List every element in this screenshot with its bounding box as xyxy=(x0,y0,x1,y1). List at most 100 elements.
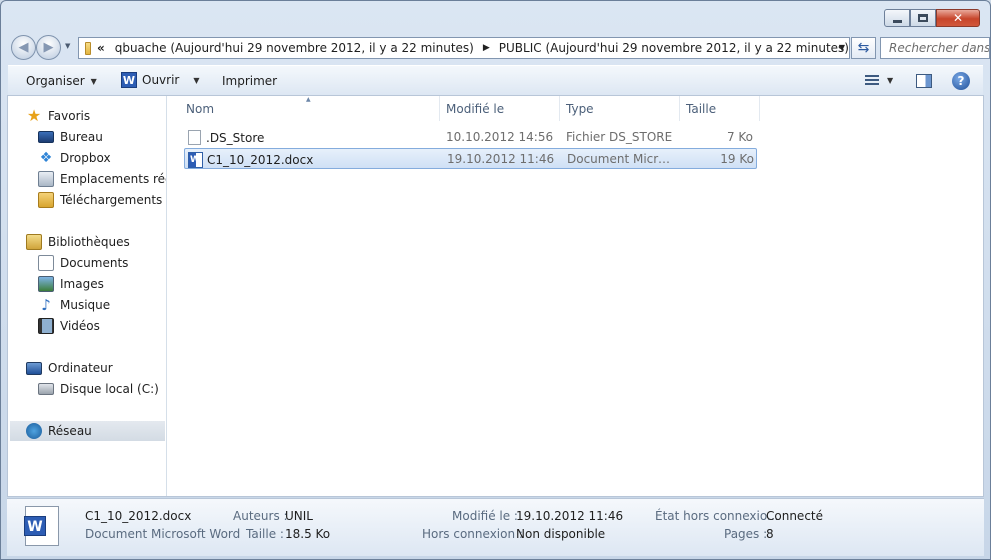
nav-item-label: Emplacements récents xyxy=(60,172,166,186)
column-header-modified[interactable]: Modifié le xyxy=(440,96,560,121)
file-row-c1-docx[interactable]: W C1_10_2012.docx 19.10.2012 11:46 Docum… xyxy=(184,148,757,169)
column-header-row: ▲ Nom Modifié le Type Taille xyxy=(168,96,983,121)
details-pages-label: Pages : xyxy=(724,527,768,541)
open-label: Ouvrir xyxy=(142,73,180,87)
details-authors-value[interactable]: UNIL xyxy=(285,509,313,523)
caption-buttons: ✕ xyxy=(884,9,980,27)
column-header-type[interactable]: Type xyxy=(560,96,680,121)
address-dropdown-icon[interactable]: ▼ xyxy=(839,43,845,52)
breadcrumb-chevron-icon[interactable]: ▶ xyxy=(483,43,490,53)
search-input[interactable]: Rechercher dans xyxy=(880,37,990,59)
recent-pages-dropdown[interactable]: ▼ xyxy=(65,42,70,50)
recent-places-icon xyxy=(38,171,54,187)
view-dropdown-icon[interactable]: ▼ xyxy=(887,76,893,85)
nav-item-label: Bureau xyxy=(60,130,103,144)
nav-libraries-label: Bibliothèques xyxy=(48,235,130,249)
breadcrumb-qbuache[interactable]: qbuache (Aujourd'hui 29 novembre 2012, i… xyxy=(115,41,474,55)
nav-item-bureau[interactable]: Bureau xyxy=(38,127,103,147)
organize-label: Organiser xyxy=(26,74,85,88)
nav-item-label: Musique xyxy=(60,298,111,312)
organize-button[interactable]: Organiser ▼ xyxy=(26,74,97,88)
details-offline-state-value: Connecté xyxy=(766,509,823,523)
file-type: Document Microsoft Word xyxy=(567,152,673,166)
nav-item-label: Documents xyxy=(60,256,129,270)
open-button[interactable]: W Ouvrir ▼ xyxy=(121,72,200,88)
nav-item-label: Dropbox xyxy=(60,151,111,165)
nav-item-documents[interactable]: Documents xyxy=(38,253,128,273)
nav-libraries[interactable]: Bibliothèques xyxy=(26,232,130,252)
breadcrumb-overflow[interactable]: « xyxy=(97,41,105,55)
refresh-icon: ⇆ xyxy=(857,40,870,56)
search-placeholder: Rechercher dans xyxy=(889,41,990,55)
forward-button[interactable]: ▶ xyxy=(36,35,61,60)
minimize-icon xyxy=(892,19,902,23)
print-label: Imprimer xyxy=(222,74,278,88)
nav-computer[interactable]: Ordinateur xyxy=(26,358,113,378)
music-icon: ♪ xyxy=(41,296,51,314)
file-name: C1_10_2012.docx xyxy=(207,153,314,167)
column-header-size[interactable]: Taille xyxy=(680,96,760,121)
view-options-icon[interactable] xyxy=(865,75,879,87)
nav-item-images[interactable]: Images xyxy=(38,274,104,294)
forward-arrow-icon: ▶ xyxy=(43,40,54,55)
column-header-name[interactable]: Nom xyxy=(180,96,440,121)
details-size-label: Taille : xyxy=(246,527,284,541)
nav-item-downloads[interactable]: Téléchargements xyxy=(38,190,162,210)
documents-icon xyxy=(38,255,54,271)
downloads-icon xyxy=(38,192,54,208)
back-arrow-icon: ◀ xyxy=(18,40,29,55)
navigation-pane: ★ Favoris Bureau ❖ Dropbox Emplacements ré… xyxy=(8,96,167,496)
file-type: Fichier DS_STORE xyxy=(566,130,673,144)
chevron-down-icon: ▼ xyxy=(90,76,97,86)
file-modified: 19.10.2012 11:46 xyxy=(447,152,555,166)
address-bar[interactable]: « qbuache (Aujourd'hui 29 novembre 2012,… xyxy=(78,37,850,59)
videos-icon xyxy=(38,318,54,334)
nav-item-label: Vidéos xyxy=(60,319,100,333)
details-filename: C1_10_2012.docx xyxy=(85,509,192,523)
maximize-button[interactable] xyxy=(910,9,936,27)
word-document-icon: W xyxy=(188,152,203,168)
nav-network[interactable]: Réseau xyxy=(10,421,165,441)
refresh-button[interactable]: ⇆ xyxy=(851,37,876,59)
nav-item-label: Images xyxy=(60,277,104,291)
details-authors-label: Auteurs : xyxy=(233,509,288,523)
libraries-icon xyxy=(26,234,42,250)
nav-item-videos[interactable]: Vidéos xyxy=(38,316,100,336)
details-offline-conn-value: Non disponible xyxy=(516,527,606,541)
nav-computer-label: Ordinateur xyxy=(48,361,113,375)
back-button[interactable]: ◀ xyxy=(11,35,36,60)
minimize-button[interactable] xyxy=(884,9,910,27)
computer-icon xyxy=(26,361,42,375)
nav-favorites-label: Favoris xyxy=(48,109,91,123)
file-name-cell: .DS_Store xyxy=(186,130,446,145)
file-name: .DS_Store xyxy=(206,130,265,145)
disk-icon xyxy=(38,383,54,395)
help-icon[interactable]: ? xyxy=(952,72,970,90)
word-icon: W xyxy=(121,72,137,88)
preview-pane-icon[interactable] xyxy=(916,74,932,88)
details-pages-value: 8 xyxy=(766,527,774,541)
file-row-ds-store[interactable]: .DS_Store 10.10.2012 14:56 Fichier DS_ST… xyxy=(184,127,757,148)
maximize-icon xyxy=(918,14,928,22)
nav-item-local-disk[interactable]: Disque local (C:) xyxy=(38,379,159,399)
star-icon: ★ xyxy=(26,106,42,125)
generic-file-icon xyxy=(188,130,201,145)
file-size: 19 Ko xyxy=(720,152,754,166)
file-size: 7 Ko xyxy=(726,130,753,144)
file-name-cell: W C1_10_2012.docx xyxy=(187,152,447,168)
nav-favorites[interactable]: ★ Favoris xyxy=(26,106,90,126)
nav-item-music[interactable]: ♪ Musique xyxy=(38,295,110,315)
desktop-icon xyxy=(38,131,54,143)
details-pane: W C1_10_2012.docx Document Microsoft Wor… xyxy=(7,498,984,556)
nav-item-label: Téléchargements xyxy=(60,193,163,207)
network-icon xyxy=(26,423,42,439)
print-button[interactable]: Imprimer xyxy=(222,74,277,88)
close-button[interactable]: ✕ xyxy=(936,9,980,27)
nav-item-dropbox[interactable]: ❖ Dropbox xyxy=(38,148,111,168)
images-icon xyxy=(38,276,54,292)
details-offline-state-label: État hors connexio... xyxy=(655,509,779,523)
file-list-view: ▲ Nom Modifié le Type Taille .DS_Store 1… xyxy=(168,96,983,496)
nav-item-recent-places[interactable]: Emplacements récents xyxy=(38,169,166,189)
breadcrumb-public[interactable]: PUBLIC (Aujourd'hui 29 novembre 2012, il… xyxy=(499,41,849,55)
details-modified-value[interactable]: 19.10.2012 11:46 xyxy=(516,509,623,523)
